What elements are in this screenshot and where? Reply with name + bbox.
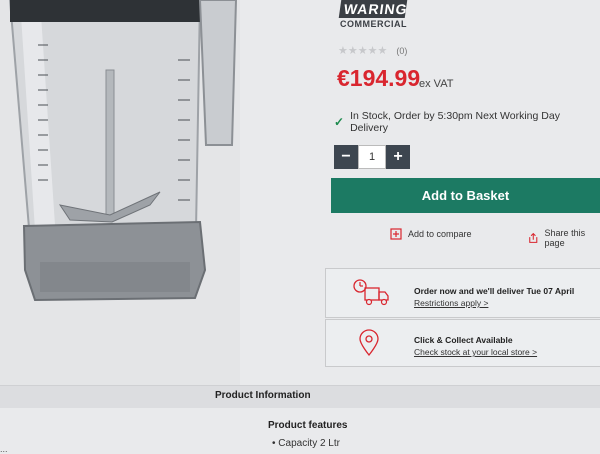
stock-text: In Stock, Order by 5:30pm Next Working D… (350, 110, 560, 134)
price: €194.99 (337, 65, 421, 91)
brand-logo[interactable]: WARING COMMERCIAL (338, 0, 409, 29)
decrease-quantity-button[interactable]: − (334, 145, 358, 169)
star-icon: ★★★★★ (338, 45, 388, 57)
rating[interactable]: ★★★★★ (0) (338, 44, 407, 57)
product-image[interactable] (0, 0, 240, 385)
partial-text: ... (0, 444, 8, 454)
delivery-info-card: Order now and we'll deliver Tue 07 April… (325, 268, 600, 318)
increase-quantity-button[interactable]: + (386, 145, 410, 169)
collect-title: Click & Collect Available (414, 335, 513, 345)
brand-name: WARING (338, 0, 409, 18)
add-to-basket-button[interactable]: Add to Basket (331, 178, 600, 213)
product-features-heading: Product features (268, 420, 348, 431)
delivery-truck-icon (351, 278, 391, 313)
feature-list-item: • Capacity 2 Ltr (272, 438, 340, 449)
delivery-title: Order now and we'll deliver Tue 07 April (414, 286, 575, 296)
blender-jug-illustration (0, 0, 240, 385)
restrictions-link[interactable]: Restrictions apply > (414, 298, 488, 308)
share-label: Share this page (544, 228, 586, 248)
add-to-compare-label: Add to compare (408, 229, 472, 239)
compare-icon (390, 228, 402, 240)
tab-product-information[interactable]: Product Information (215, 390, 311, 401)
check-icon: ✓ (334, 115, 345, 129)
stock-status: ✓ In Stock, Order by 5:30pm Next Working… (334, 110, 600, 134)
quantity-input[interactable]: 1 (358, 145, 386, 169)
vat-note: ex VAT (419, 78, 454, 90)
quantity-stepper[interactable]: − 1 + (334, 145, 410, 169)
location-pin-icon (358, 329, 380, 362)
add-to-compare-link[interactable]: Add to compare (390, 228, 472, 240)
brand-subtitle: COMMERCIAL (340, 19, 407, 29)
share-icon (529, 232, 538, 243)
review-count: (0) (396, 46, 408, 56)
check-stock-link[interactable]: Check stock at your local store > (414, 347, 537, 357)
share-link[interactable]: Share this page (528, 228, 600, 248)
click-collect-card: Click & Collect Available Check stock at… (325, 319, 600, 367)
